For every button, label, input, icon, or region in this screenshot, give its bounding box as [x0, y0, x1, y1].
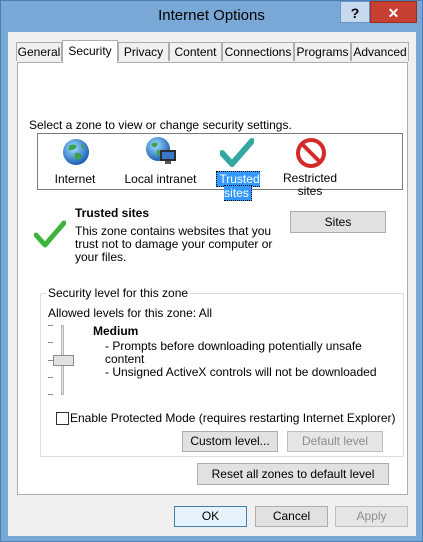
cancel-button[interactable]: Cancel: [255, 506, 328, 527]
zone-info-line2: trust not to damage your computer or: [75, 237, 273, 251]
level-desc-line1: - Prompts before downloading potentially…: [105, 339, 362, 353]
zone-info-line3: your files.: [75, 250, 127, 264]
zone-restricted-sites[interactable]: Restricted sites: [275, 134, 345, 198]
tab-security[interactable]: Security: [62, 40, 118, 63]
slider-tick: [48, 342, 53, 343]
sites-button[interactable]: Sites: [290, 211, 386, 233]
security-level-name: Medium: [93, 324, 139, 338]
tab-connections[interactable]: Connections: [222, 42, 294, 61]
tab-general[interactable]: General: [16, 42, 62, 61]
zone-restricted-label-line2: sites: [297, 184, 323, 198]
tab-content[interactable]: Content: [169, 42, 222, 61]
default-level-button[interactable]: Default level: [287, 431, 383, 452]
security-panel: Select a zone to view or change security…: [17, 62, 408, 495]
trusted-check-icon: [220, 138, 254, 167]
slider-thumb[interactable]: [53, 355, 74, 366]
zone-trusted-sites[interactable]: Trusted sites: [204, 134, 272, 201]
ok-button[interactable]: OK: [174, 506, 247, 527]
green-check-icon: [34, 220, 66, 248]
level-desc-line2: content: [105, 352, 145, 366]
help-button[interactable]: ?: [340, 1, 370, 23]
slider-tick: [48, 377, 53, 378]
security-level-group-title: Security level for this zone: [46, 286, 191, 300]
security-level-slider[interactable]: [48, 325, 78, 395]
zone-info-title: Trusted sites: [75, 206, 150, 220]
protected-mode-checkbox[interactable]: [56, 412, 69, 425]
intranet-icon: [146, 137, 176, 164]
close-button[interactable]: ✕: [370, 1, 417, 23]
dialog-client: General Security Privacy Content Connect…: [8, 32, 416, 536]
zone-info-line1: This zone contains websites that you: [75, 224, 272, 238]
zone-local-intranet-label: Local intranet: [124, 172, 197, 186]
zone-prompt: Select a zone to view or change security…: [29, 118, 292, 132]
tab-advanced[interactable]: Advanced: [351, 42, 409, 61]
globe-icon: [63, 139, 89, 165]
internet-options-window: Internet Options ? ✕ General Security Pr…: [0, 0, 423, 542]
slider-tick: [48, 325, 53, 326]
zone-trusted-sites-label: Trusted sites: [204, 171, 272, 201]
protected-mode-label[interactable]: Enable Protected Mode (requires restarti…: [70, 411, 396, 425]
zone-local-intranet[interactable]: Local intranet: [118, 134, 203, 189]
tab-privacy[interactable]: Privacy: [118, 42, 169, 61]
zone-internet-label: Internet: [54, 172, 96, 186]
reset-all-zones-button[interactable]: Reset all zones to default level: [197, 463, 389, 485]
zone-list: Internet Local intranet Trusted sites Re…: [37, 133, 403, 201]
allowed-levels-label: Allowed levels for this zone: All: [48, 306, 213, 320]
zone-internet[interactable]: Internet: [41, 134, 109, 189]
restricted-icon: [296, 138, 326, 168]
tab-programs[interactable]: Programs: [294, 42, 351, 61]
slider-tick: [48, 394, 53, 395]
zone-restricted-sites-label: Restricted sites: [275, 172, 345, 198]
level-desc-line3: - Unsigned ActiveX controls will not be …: [105, 365, 377, 379]
title-bar[interactable]: Internet Options ? ✕: [1, 1, 422, 32]
custom-level-button[interactable]: Custom level...: [182, 431, 278, 452]
apply-button[interactable]: Apply: [335, 506, 408, 527]
